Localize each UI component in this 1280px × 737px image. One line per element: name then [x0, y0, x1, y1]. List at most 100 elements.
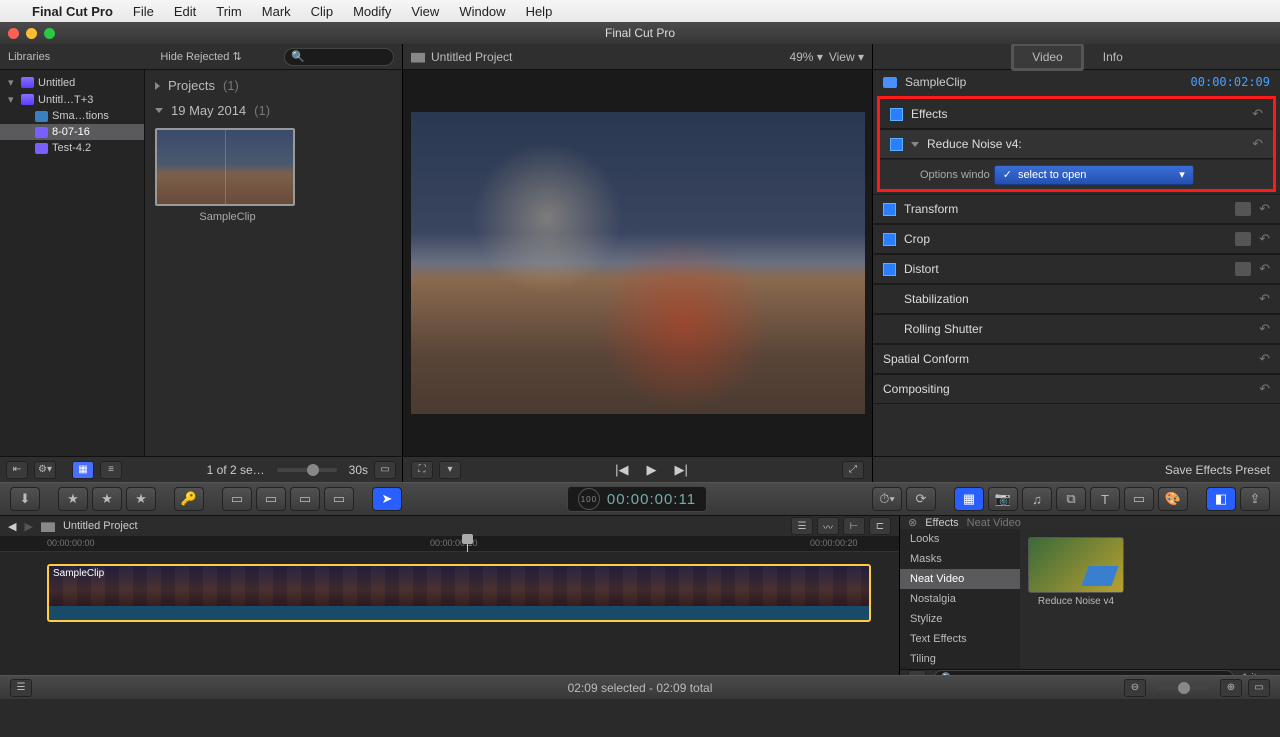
clip-appearance-button[interactable]: ▭	[374, 461, 396, 479]
arrow-tool-button[interactable]: ➤	[372, 487, 402, 511]
retime-dropdown[interactable]: ⏱▾	[872, 487, 902, 511]
effects-category[interactable]: Tiling	[900, 649, 1020, 669]
reset-button[interactable]: ↶	[1259, 261, 1270, 277]
crop-header[interactable]: Crop	[904, 232, 1227, 246]
distort-enable-checkbox[interactable]	[883, 263, 896, 276]
insert-button[interactable]: ▭	[256, 487, 286, 511]
menu-modify[interactable]: Modify	[353, 4, 391, 19]
transform-header[interactable]: Transform	[904, 202, 1227, 216]
reset-button[interactable]: ↶	[1259, 201, 1270, 217]
spatial-conform-header[interactable]: Spatial Conform	[883, 352, 1251, 366]
music-browser-button[interactable]: ♫	[1022, 487, 1052, 511]
transform-dropdown[interactable]: ▾	[439, 461, 461, 479]
app-name[interactable]: Final Cut Pro	[32, 4, 113, 19]
generators-browser-button[interactable]: ▭	[1124, 487, 1154, 511]
stabilization-header[interactable]: Stabilization	[904, 292, 1251, 306]
keyword-button-2[interactable]: ★	[92, 487, 122, 511]
viewer-frame[interactable]	[411, 112, 865, 414]
menu-mark[interactable]: Mark	[262, 4, 291, 19]
reset-button[interactable]: ↶	[1252, 136, 1263, 152]
effect-name[interactable]: Reduce Noise v4:	[927, 137, 1244, 151]
effects-category[interactable]: Text Effects	[900, 629, 1020, 649]
section-projects[interactable]: Projects	[168, 78, 215, 93]
import-media-button[interactable]: ⬇	[10, 487, 40, 511]
effects-enable-checkbox[interactable]	[890, 108, 903, 121]
view-dropdown[interactable]: View ▾	[829, 50, 864, 64]
effects-crumb[interactable]: Effects	[925, 517, 958, 529]
zoom-dropdown[interactable]: 49% ▾	[789, 50, 822, 64]
minimize-window-button[interactable]	[26, 28, 37, 39]
library-search-input[interactable]: 🔍	[284, 48, 394, 66]
effects-category[interactable]: Masks	[900, 549, 1020, 569]
tree-item[interactable]: 8-07-16	[0, 124, 144, 140]
reset-button[interactable]: ↶	[1259, 291, 1270, 307]
keyword-button-3[interactable]: ★	[126, 487, 156, 511]
transform-enable-checkbox[interactable]	[883, 203, 896, 216]
hide-rejected-dropdown[interactable]: Hide Rejected ⇅	[126, 50, 276, 63]
effect-enable-checkbox[interactable]	[890, 138, 903, 151]
keyword-button[interactable]: ★	[58, 487, 88, 511]
crop-enable-checkbox[interactable]	[883, 233, 896, 246]
section-date[interactable]: 19 May 2014	[171, 103, 246, 118]
photos-browser-button[interactable]: 📷	[988, 487, 1018, 511]
snapping-button[interactable]: ⊢	[843, 517, 865, 535]
zoom-out-button[interactable]: ⊖	[1124, 679, 1146, 697]
enhance-dropdown[interactable]: ⟳	[906, 487, 936, 511]
effect-thumbnail[interactable]	[1028, 537, 1124, 593]
timeline-ruler[interactable]: 00:00:00:00 00:00:00:10 00:00:00:20	[0, 536, 899, 552]
timeline-index-button[interactable]: ☰	[791, 517, 813, 535]
reset-button[interactable]: ↶	[1259, 351, 1270, 367]
audio-skimming-button[interactable]: 〰	[817, 517, 839, 535]
tree-item[interactable]: ▾Untitled	[0, 74, 144, 91]
zoom-in-button[interactable]: ⊕	[1220, 679, 1242, 697]
background-tasks-icon[interactable]: 100	[578, 488, 600, 510]
effects-header[interactable]: Effects	[911, 107, 1244, 121]
skimming-button[interactable]: ⊏	[869, 517, 891, 535]
disclosure-icon[interactable]	[155, 82, 160, 90]
rolling-shutter-header[interactable]: Rolling Shutter	[904, 322, 1251, 336]
save-effects-preset-button[interactable]: Save Effects Preset	[1165, 463, 1270, 477]
distort-header[interactable]: Distort	[904, 262, 1227, 276]
reset-button[interactable]: ↶	[1252, 106, 1263, 122]
list-view-button[interactable]: ≡	[100, 461, 122, 479]
auto-enhance-button[interactable]: 🔑	[174, 487, 204, 511]
reset-button[interactable]: ↶	[1259, 321, 1270, 337]
timeline-body[interactable]: SampleClip	[0, 552, 899, 675]
menu-file[interactable]: File	[133, 4, 154, 19]
share-button[interactable]: ⇪	[1240, 487, 1270, 511]
menu-window[interactable]: Window	[459, 4, 505, 19]
close-window-button[interactable]	[8, 28, 19, 39]
zoom-window-button[interactable]	[44, 28, 55, 39]
tree-item[interactable]: Sma…tions	[0, 108, 144, 124]
compositing-header[interactable]: Compositing	[883, 382, 1251, 396]
close-icon[interactable]: ⊗	[908, 516, 917, 529]
append-button[interactable]: ▭	[290, 487, 320, 511]
overwrite-button[interactable]: ▭	[324, 487, 354, 511]
timeline-forward-button[interactable]: ▶	[24, 520, 32, 533]
next-edit-button[interactable]: ▶|	[675, 462, 688, 478]
menu-trim[interactable]: Trim	[216, 4, 242, 19]
titles-browser-button[interactable]: T	[1090, 487, 1120, 511]
transitions-browser-button[interactable]: ⧉	[1056, 487, 1086, 511]
menu-edit[interactable]: Edit	[174, 4, 196, 19]
timeline-back-button[interactable]: ◀	[8, 520, 16, 533]
play-button[interactable]: ▶	[647, 462, 657, 478]
menu-help[interactable]: Help	[526, 4, 553, 19]
timeline-clip[interactable]: SampleClip	[47, 564, 871, 622]
disclosure-icon[interactable]	[155, 108, 163, 113]
effects-category[interactable]: Neat Video	[900, 569, 1020, 589]
tab-info[interactable]: Info	[1084, 45, 1142, 69]
effects-category[interactable]: Looks	[900, 529, 1020, 549]
transform-tool-button[interactable]: ⛶	[411, 461, 433, 479]
clip-thumbnail[interactable]	[155, 128, 295, 206]
prev-edit-button[interactable]: |◀	[615, 462, 628, 478]
tab-video[interactable]: Video	[1011, 43, 1083, 71]
connect-button[interactable]: ▭	[222, 487, 252, 511]
gear-dropdown[interactable]: ⚙▾	[34, 461, 56, 479]
menu-clip[interactable]: Clip	[311, 4, 333, 19]
reset-button[interactable]: ↶	[1259, 381, 1270, 397]
effects-category[interactable]: Stylize	[900, 609, 1020, 629]
crop-icon[interactable]	[1235, 232, 1251, 246]
timeline-index-button[interactable]: ☰	[10, 679, 32, 697]
menu-view[interactable]: View	[411, 4, 439, 19]
